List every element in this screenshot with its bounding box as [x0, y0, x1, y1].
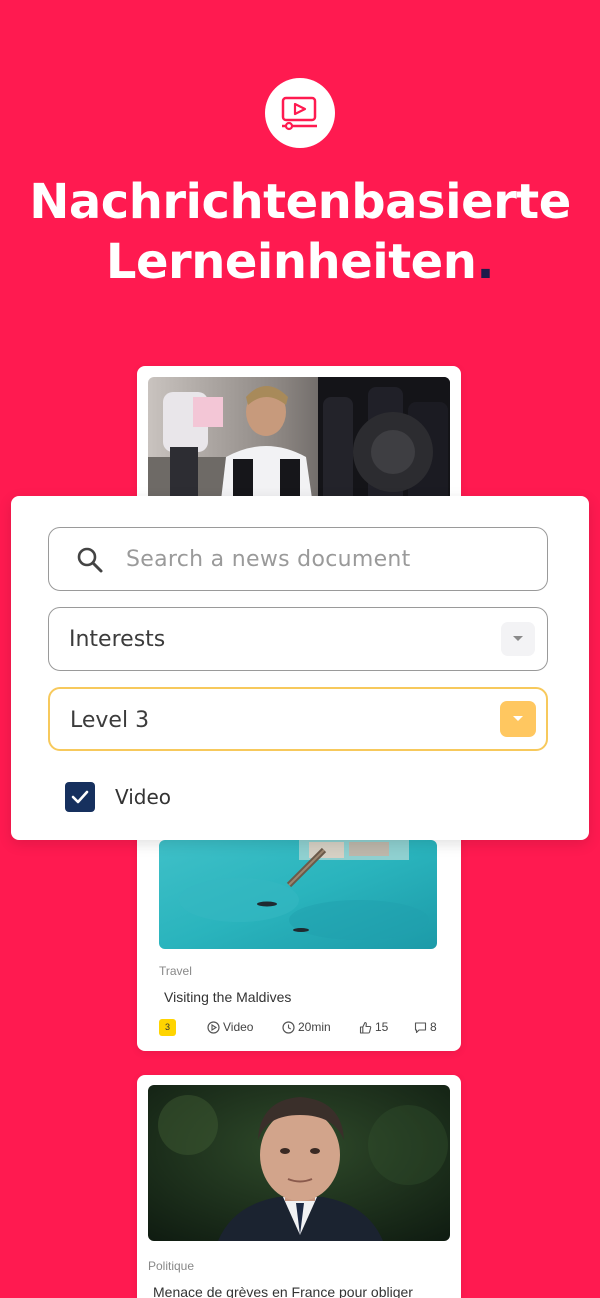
interests-dropdown-button[interactable] — [501, 622, 535, 656]
politician-portrait-photo — [148, 1085, 450, 1241]
format-label: Video — [223, 1020, 254, 1034]
card-title[interactable]: Menace de grèves en France pour obliger — [153, 1284, 413, 1298]
level-badge: 3 — [159, 1018, 176, 1036]
level-dropdown-button[interactable] — [500, 701, 536, 737]
card-title[interactable]: Visiting the Maldives — [164, 989, 291, 1005]
video-checkbox[interactable] — [65, 782, 95, 812]
thumbs-up-icon[interactable] — [359, 1021, 372, 1034]
card-meta: 3 Video 20min 15 8 — [159, 1018, 439, 1036]
caret-down-icon — [513, 636, 523, 641]
card-category: Travel — [159, 964, 192, 978]
card-category: Politique — [148, 1259, 195, 1273]
headline-line-2-text: Lerneinheiten — [105, 234, 477, 290]
play-icon — [207, 1020, 220, 1034]
interests-value: Interests — [69, 627, 166, 652]
app-logo — [265, 78, 335, 148]
video-checkbox-label[interactable]: Video — [115, 785, 171, 809]
search-input[interactable]: Search a news document — [126, 547, 411, 572]
search-icon — [77, 547, 103, 573]
headline-line-1: Nachrichtenbasierte — [29, 174, 571, 230]
maldives-aerial-photo — [159, 840, 437, 949]
news-card[interactable]: Politique Menace de grèves en France pou… — [137, 1075, 461, 1298]
comments-count: 8 — [430, 1020, 437, 1034]
duration-label: 20min — [298, 1020, 331, 1034]
headline-line-2: Lerneinheiten. — [0, 232, 600, 292]
search-field[interactable]: Search a news document — [48, 527, 548, 591]
video-lesson-icon — [281, 96, 317, 131]
level-select[interactable]: Level 3 — [48, 687, 548, 751]
clock-icon — [282, 1020, 295, 1034]
checkmark-icon — [71, 790, 89, 804]
card-image — [159, 840, 437, 949]
comment-icon[interactable] — [414, 1021, 427, 1034]
filter-panel: Search a news document Interests Level 3… — [11, 496, 589, 840]
level-value: Level 3 — [70, 708, 150, 733]
headline-dot: . — [476, 234, 495, 290]
likes-count: 15 — [375, 1020, 389, 1034]
card-image — [148, 1085, 450, 1241]
page-headline: Nachrichtenbasierte Lerneinheiten. — [0, 172, 600, 292]
interests-select[interactable]: Interests — [48, 607, 548, 671]
caret-down-icon — [513, 716, 523, 721]
